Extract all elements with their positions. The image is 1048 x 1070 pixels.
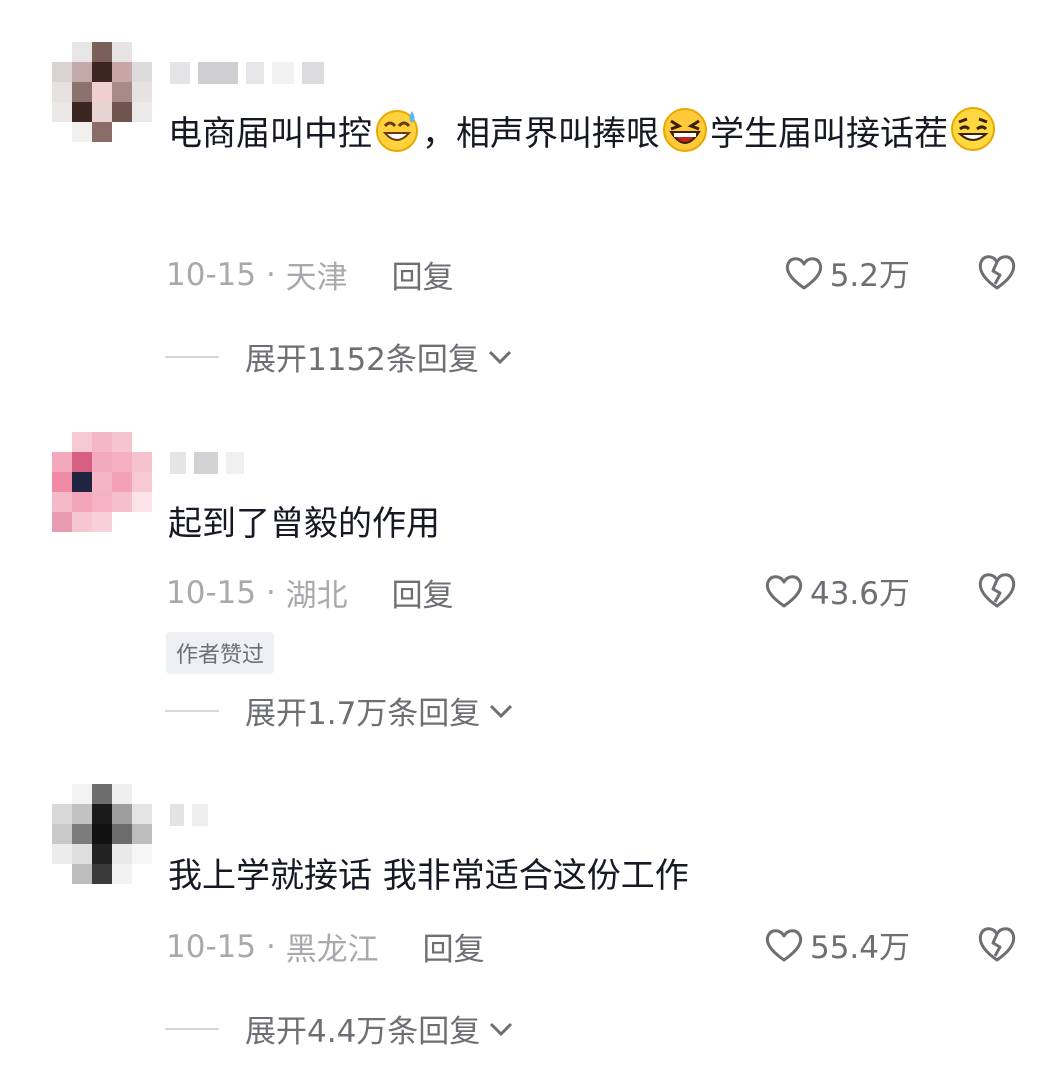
broken-heart-icon[interactable] bbox=[976, 924, 1018, 964]
sweat-smile-emoji-icon bbox=[376, 110, 418, 152]
broken-heart-icon[interactable] bbox=[976, 252, 1018, 292]
meta-separator: · bbox=[256, 256, 286, 293]
grinning-emoji-icon bbox=[951, 107, 995, 151]
avatar[interactable] bbox=[52, 42, 152, 142]
expand-replies-label: 展开1152条回复 bbox=[245, 342, 479, 378]
comment-location: 黑龙江 bbox=[285, 932, 379, 968]
reply-button[interactable]: 回复 bbox=[392, 252, 454, 297]
heart-icon bbox=[765, 574, 803, 607]
expand-replies-label: 展开4.4万条回复 bbox=[245, 1014, 481, 1050]
expand-replies-button[interactable]: 展开1152条回复 bbox=[165, 334, 513, 379]
username-blurred[interactable] bbox=[170, 62, 324, 84]
expand-replies-label: 展开1.7万条回复 bbox=[245, 696, 481, 732]
comment-meta: 10-15 · 天津 回复 bbox=[166, 252, 454, 297]
like-button[interactable]: 5.2万 bbox=[784, 250, 910, 295]
avatar[interactable] bbox=[52, 432, 152, 532]
username-blurred[interactable] bbox=[170, 804, 208, 826]
like-count: 43.6万 bbox=[809, 576, 910, 612]
comment-location: 湖北 bbox=[285, 578, 348, 614]
like-button[interactable]: 55.4万 bbox=[764, 922, 910, 967]
username-blurred[interactable] bbox=[170, 452, 244, 474]
comment-meta: 10-15 · 黑龙江 回复 bbox=[166, 924, 485, 969]
comment-meta: 10-15 · 湖北 回复 bbox=[166, 570, 454, 615]
comment-date: 10-15 bbox=[166, 928, 257, 965]
reply-button[interactable]: 回复 bbox=[423, 924, 485, 969]
expand-replies-button[interactable]: 展开1.7万条回复 bbox=[165, 688, 514, 733]
expand-replies-button[interactable]: 展开4.4万条回复 bbox=[165, 1006, 514, 1051]
like-button[interactable]: 43.6万 bbox=[764, 568, 910, 613]
meta-separator: · bbox=[256, 928, 286, 965]
comment-text: 电商届叫中控 ，相声界叫捧哏 学生届叫接话茬 bbox=[168, 100, 1008, 168]
chevron-down-icon bbox=[490, 1022, 513, 1036]
comment-date: 10-15 bbox=[166, 256, 257, 293]
author-liked-badge: 作者赞过 bbox=[166, 632, 275, 674]
broken-heart-icon[interactable] bbox=[976, 570, 1018, 610]
heart-icon bbox=[785, 256, 822, 289]
comment-date: 10-15 bbox=[166, 574, 257, 611]
chevron-down-icon bbox=[490, 704, 513, 718]
comment-text: 我上学就接话 我非常适合这份工作 bbox=[168, 856, 689, 896]
laughing-emoji-icon bbox=[663, 108, 707, 152]
divider-line bbox=[165, 709, 219, 712]
chevron-down-icon bbox=[488, 350, 511, 364]
meta-separator: · bbox=[256, 574, 286, 611]
like-count: 5.2万 bbox=[829, 258, 910, 294]
like-count: 55.4万 bbox=[809, 930, 910, 966]
heart-icon bbox=[765, 928, 803, 961]
reply-button[interactable]: 回复 bbox=[392, 570, 454, 615]
comment-location: 天津 bbox=[285, 260, 348, 296]
divider-line bbox=[165, 1027, 219, 1030]
avatar[interactable] bbox=[52, 784, 152, 884]
comment-text: 起到了曾毅的作用 bbox=[168, 504, 440, 544]
divider-line bbox=[165, 355, 219, 358]
